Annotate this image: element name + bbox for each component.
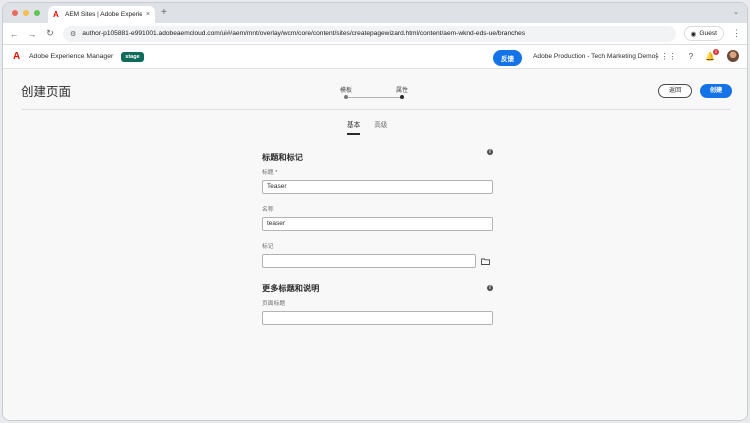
folder-icon[interactable] <box>478 254 493 268</box>
user-avatar[interactable] <box>727 50 739 62</box>
step-template-dot <box>344 95 348 99</box>
info-icon[interactable]: i <box>487 149 493 155</box>
forward-arrow-icon[interactable]: → <box>27 29 37 39</box>
tab-advanced[interactable]: 高级 <box>374 119 387 135</box>
step-template-label[interactable]: 模板 <box>340 85 352 94</box>
adobe-logo-icon[interactable]: A <box>13 51 23 62</box>
environment-badge: stage <box>121 51 144 62</box>
feedback-button[interactable]: 反馈 <box>493 50 522 66</box>
tab-search-icon[interactable]: ⌄ <box>733 8 739 16</box>
profile-icon: ◉ <box>690 30 697 38</box>
step-properties-label[interactable]: 属性 <box>396 85 408 94</box>
page-title-input[interactable] <box>262 311 493 325</box>
tags-row <box>262 254 493 268</box>
step-properties-dot <box>400 95 404 99</box>
header-divider <box>21 109 731 110</box>
aem-header: A Adobe Experience Manager stage 反馈 Adob… <box>3 45 747 69</box>
name-field-label: 名称 <box>262 207 274 213</box>
address-bar[interactable]: ⚙ author-p105881-e991001.adobeaemcloud.c… <box>63 25 676 42</box>
page-title: 创建页面 <box>21 85 72 99</box>
notifications-bell-icon[interactable]: 🔔 2 <box>705 48 719 61</box>
tab-title: AEM Sites | Adobe Experienc <box>65 11 142 18</box>
section-title-and-tags: 标题和标记 i <box>262 147 493 162</box>
tab-strip: A AEM Sites | Adobe Experienc × + ⌄ <box>3 3 747 23</box>
wizard-stepper: 模板 属性 <box>334 85 412 103</box>
section-title-heading: 标题和标记 <box>262 153 303 162</box>
title-field-label: 标题 * <box>262 170 278 176</box>
guest-profile-button[interactable]: ◉ Guest <box>683 26 724 41</box>
maximize-window-button[interactable] <box>34 10 40 16</box>
window-controls <box>12 10 40 16</box>
back-button[interactable]: 返回 <box>658 84 692 98</box>
title-input[interactable]: Teaser <box>262 180 493 194</box>
org-switcher[interactable]: Adobe Production - Tech Marketing Demos <box>533 53 659 60</box>
url-text: author-p105881-e991001.adobeaemcloud.com… <box>82 30 526 37</box>
adobe-favicon-icon: A <box>53 9 59 19</box>
section-more-titles-heading: 更多标题和说明 <box>262 284 320 293</box>
tab-close-icon[interactable]: × <box>146 11 150 18</box>
notification-count-badge: 2 <box>713 48 719 55</box>
help-icon[interactable]: ? <box>689 52 693 61</box>
tags-input[interactable] <box>262 254 476 268</box>
browser-toolbar: ← → ↻ ⚙ author-p105881-e991001.adobeaemc… <box>3 23 747 45</box>
apps-grid-icon[interactable]: ⋮⋮⋮ <box>653 52 677 61</box>
browser-tab[interactable]: A AEM Sites | Adobe Experienc × <box>48 6 155 23</box>
new-tab-button[interactable]: + <box>161 7 167 18</box>
browser-window: A AEM Sites | Adobe Experienc × + ⌄ ← → … <box>2 2 748 421</box>
create-page-wizard: 创建页面 模板 属性 返回 创建 基本 高级 标题和标记 i 标题 * Teas… <box>3 69 747 420</box>
reload-icon[interactable]: ↻ <box>45 28 55 39</box>
back-arrow-icon[interactable]: ← <box>9 29 19 39</box>
minimize-window-button[interactable] <box>23 10 29 16</box>
guest-label: Guest <box>699 30 717 37</box>
properties-form: 标题和标记 i 标题 * Teaser 名称 teaser 标记 更多标题和说明… <box>262 147 493 325</box>
tab-basic[interactable]: 基本 <box>347 119 361 135</box>
name-input[interactable]: teaser <box>262 217 493 231</box>
header-actions: ⋮⋮⋮ ? 🔔 2 <box>653 48 739 62</box>
browser-menu-icon[interactable]: ⋮ <box>732 28 741 39</box>
page-title-field-label: 页面标题 <box>262 301 286 307</box>
site-settings-icon[interactable]: ⚙ <box>70 30 76 38</box>
form-tabs: 基本 高级 <box>347 119 387 135</box>
product-name[interactable]: Adobe Experience Manager <box>29 53 113 60</box>
close-window-button[interactable] <box>12 10 18 16</box>
create-button[interactable]: 创建 <box>700 84 732 98</box>
info-icon[interactable]: i <box>487 285 493 291</box>
tags-field-label: 标记 <box>262 244 274 250</box>
step-connector <box>346 97 402 98</box>
section-more-titles: 更多标题和说明 i <box>262 278 493 293</box>
